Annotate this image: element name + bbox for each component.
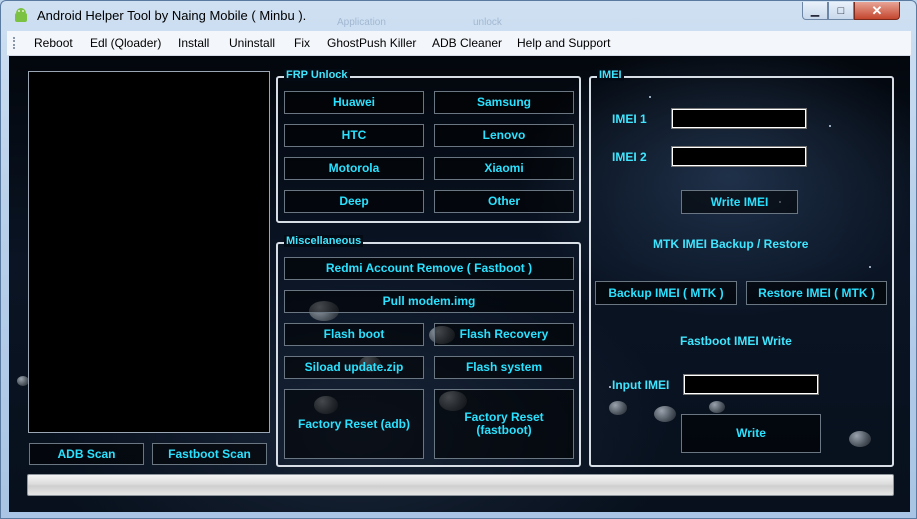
log-output-panel[interactable] xyxy=(28,71,270,433)
fastboot-imei-write-title: Fastboot IMEI Write xyxy=(680,334,792,348)
imei-legend: IMEI xyxy=(597,69,624,81)
flash-boot-button[interactable]: Flash boot xyxy=(284,323,424,346)
menu-ghostpush-killer[interactable]: GhostPush Killer xyxy=(327,36,416,50)
imei1-field[interactable] xyxy=(671,108,807,129)
menu-help-and-support[interactable]: Help and Support xyxy=(517,36,610,50)
factory-reset-adb-button[interactable]: Factory Reset (adb) xyxy=(284,389,424,459)
frp-unlock-legend: FRP Unlock xyxy=(284,69,350,81)
input-imei-label: Input IMEI xyxy=(612,378,670,392)
maximize-button[interactable]: □ xyxy=(828,2,854,20)
lenovo-button[interactable]: Lenovo xyxy=(434,124,574,147)
window-title: Android Helper Tool by Naing Mobile ( Mi… xyxy=(37,8,307,23)
flash-system-button[interactable]: Flash system xyxy=(434,356,574,379)
pull-modem-button[interactable]: Pull modem.img xyxy=(284,290,574,313)
background-title-text: Application xyxy=(337,17,386,28)
close-icon: ✕ xyxy=(871,2,883,18)
restore-imei-mtk-button[interactable]: Restore IMEI ( MTK ) xyxy=(746,281,887,305)
frp-unlock-group: FRP Unlock Huawei Samsung HTC Lenovo Mot… xyxy=(276,69,581,223)
siload-update-button[interactable]: Siload update.zip xyxy=(284,356,424,379)
progress-bar xyxy=(27,474,894,496)
input-imei-field[interactable] xyxy=(683,374,819,395)
minimize-icon: ▁ xyxy=(810,5,820,17)
menu-reboot[interactable]: Reboot xyxy=(34,36,73,50)
minimize-button[interactable]: ▁ xyxy=(802,2,828,20)
htc-button[interactable]: HTC xyxy=(284,124,424,147)
fastboot-scan-button[interactable]: Fastboot Scan xyxy=(152,443,267,465)
input-imei-input[interactable] xyxy=(684,375,818,394)
background-title-text: unlock xyxy=(473,17,502,28)
other-button[interactable]: Other xyxy=(434,190,574,213)
close-button[interactable]: ✕ xyxy=(854,2,900,20)
xiaomi-button[interactable]: Xiaomi xyxy=(434,157,574,180)
deep-button[interactable]: Deep xyxy=(284,190,424,213)
menu-bar: Reboot Edl (Qloader) Install Uninstall F… xyxy=(7,31,911,56)
write-button[interactable]: Write xyxy=(681,414,821,453)
android-app-icon xyxy=(15,8,27,22)
flash-recovery-button[interactable]: Flash Recovery xyxy=(434,323,574,346)
miscellaneous-group: Miscellaneous Redmi Account Remove ( Fas… xyxy=(276,235,581,467)
redmi-account-remove-button[interactable]: Redmi Account Remove ( Fastboot ) xyxy=(284,257,574,280)
imei1-label: IMEI 1 xyxy=(612,112,647,126)
maximize-icon: □ xyxy=(837,4,845,17)
menu-install[interactable]: Install xyxy=(178,36,209,50)
miscellaneous-legend: Miscellaneous xyxy=(284,235,364,247)
write-imei-button[interactable]: Write IMEI xyxy=(681,190,798,214)
huawei-button[interactable]: Huawei xyxy=(284,91,424,114)
app-window: Android Helper Tool by Naing Mobile ( Mi… xyxy=(0,0,917,519)
adb-scan-button[interactable]: ADB Scan xyxy=(29,443,144,465)
menu-grip-icon xyxy=(13,37,18,49)
imei-group: IMEI IMEI 1 IMEI 2 Write IMEI MTK IMEI B… xyxy=(589,69,894,467)
menu-fix[interactable]: Fix xyxy=(294,36,310,50)
title-bar: Android Helper Tool by Naing Mobile ( Mi… xyxy=(1,1,916,31)
menu-edl-qloader[interactable]: Edl (Qloader) xyxy=(90,36,161,50)
samsung-button[interactable]: Samsung xyxy=(434,91,574,114)
imei2-label: IMEI 2 xyxy=(612,150,647,164)
menu-adb-cleaner[interactable]: ADB Cleaner xyxy=(432,36,502,50)
mtk-backup-restore-title: MTK IMEI Backup / Restore xyxy=(653,237,809,251)
imei1-input[interactable] xyxy=(672,109,806,128)
imei2-field[interactable] xyxy=(671,146,807,167)
motorola-button[interactable]: Motorola xyxy=(284,157,424,180)
menu-uninstall[interactable]: Uninstall xyxy=(229,36,275,50)
main-panel: ADB Scan Fastboot Scan FRP Unlock Huawei… xyxy=(9,56,910,512)
imei2-input[interactable] xyxy=(672,147,806,166)
backup-imei-mtk-button[interactable]: Backup IMEI ( MTK ) xyxy=(595,281,737,305)
factory-reset-fastboot-button[interactable]: Factory Reset (fastboot) xyxy=(434,389,574,459)
